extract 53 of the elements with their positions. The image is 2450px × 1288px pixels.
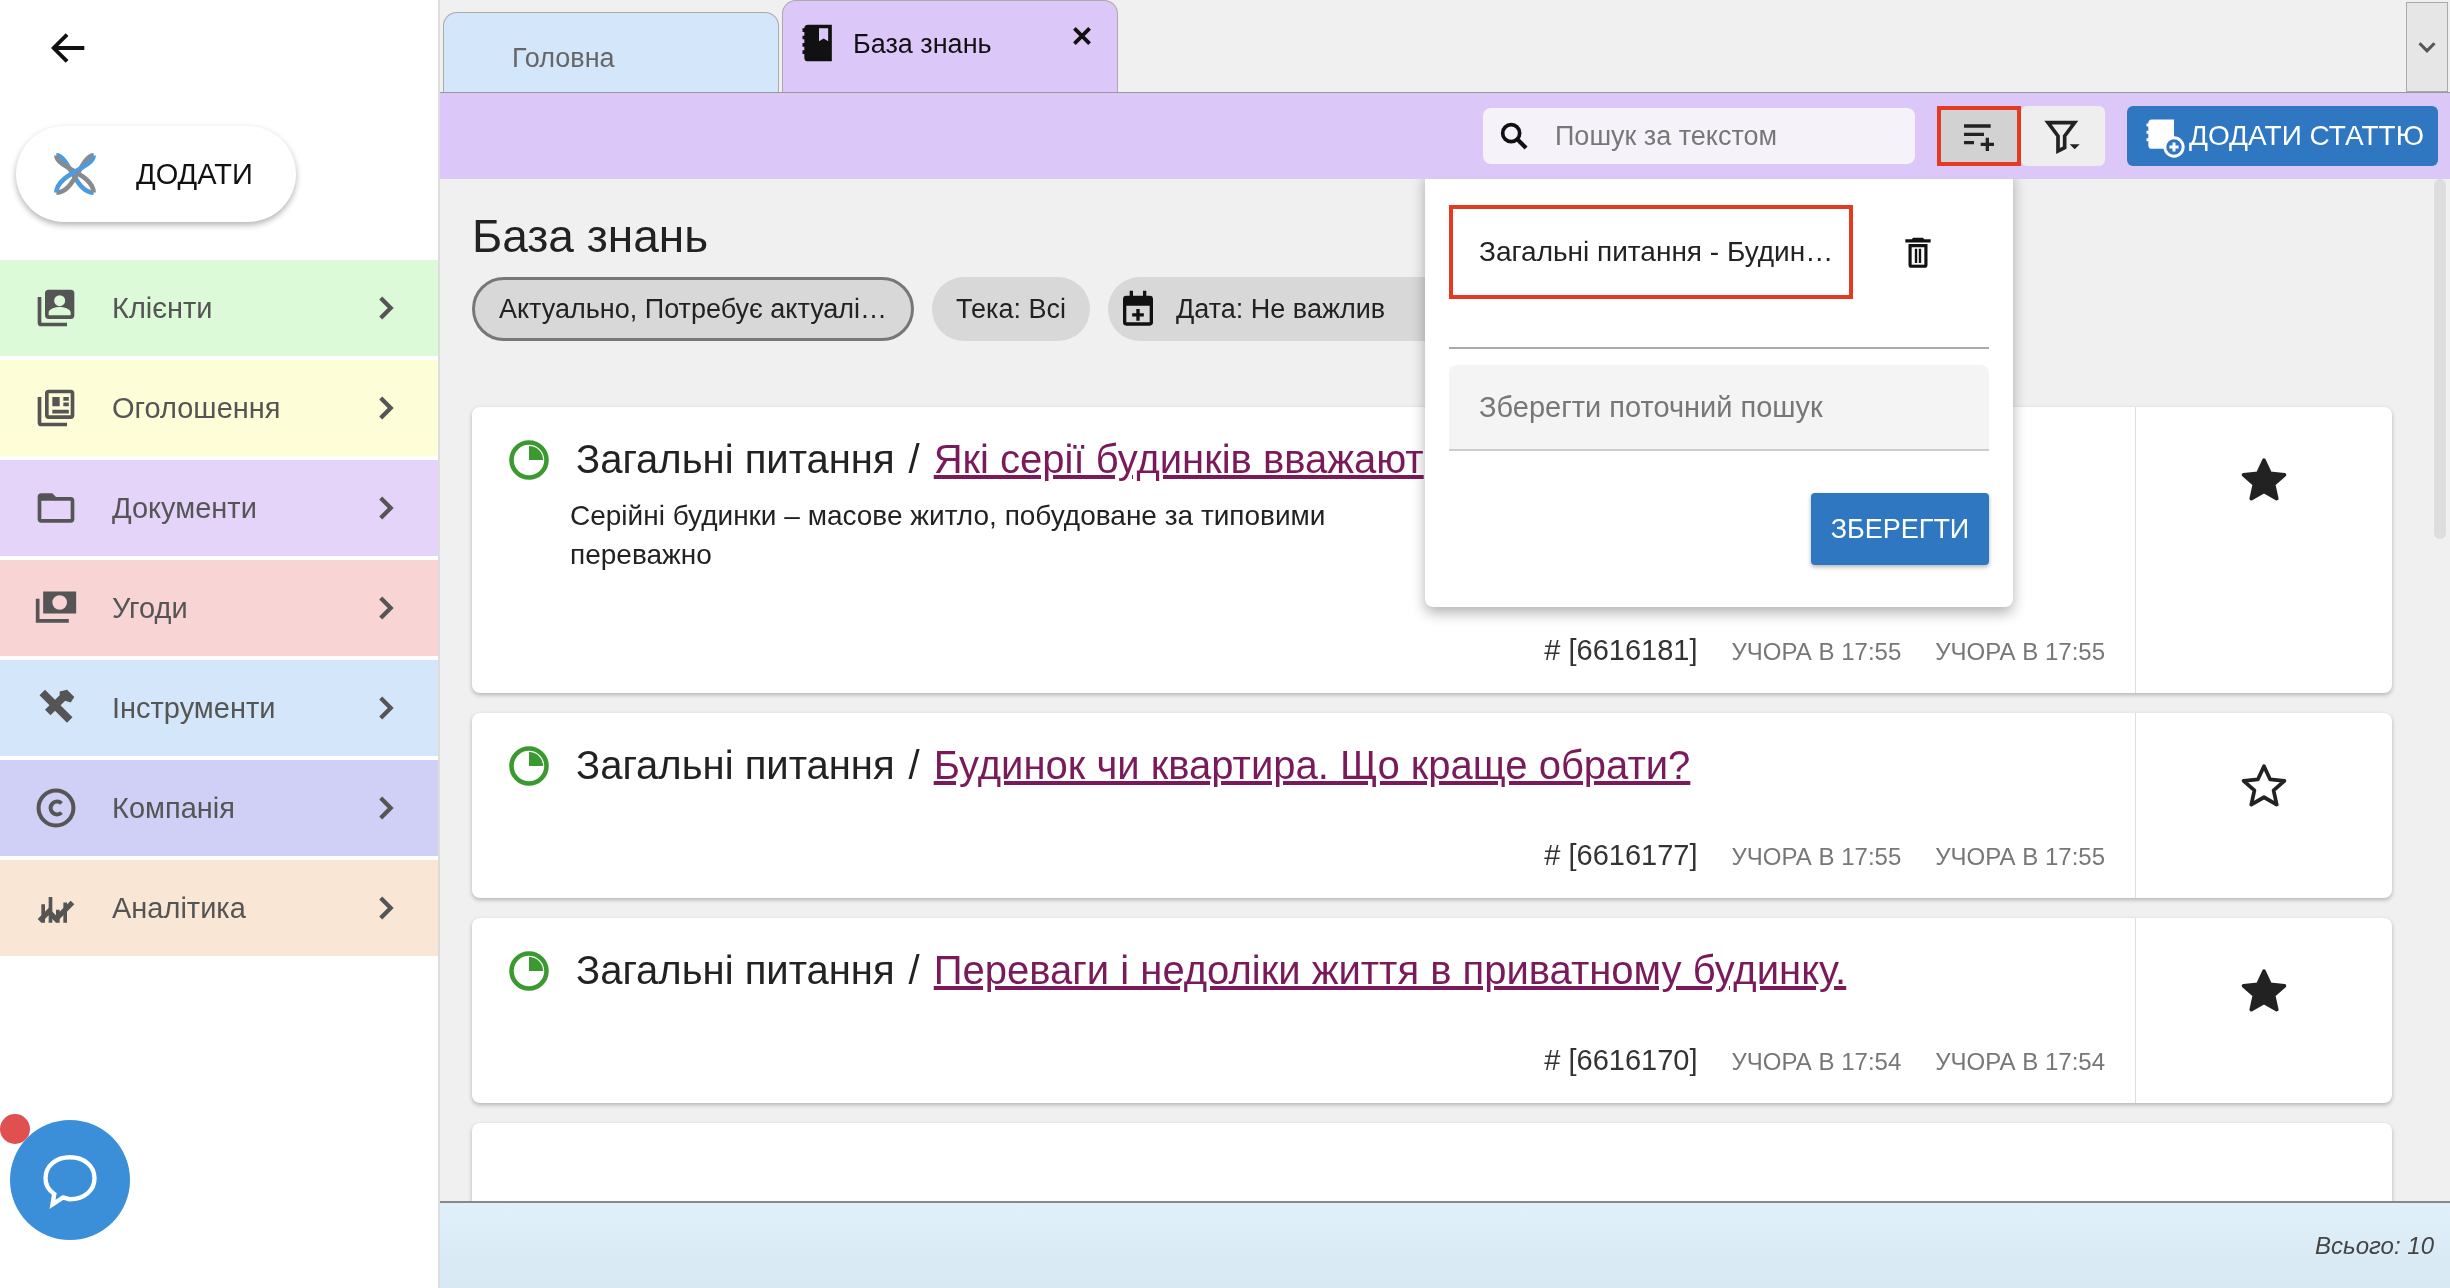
separator: / — [908, 437, 920, 482]
save-search-field[interactable]: Зберегти поточний пошук — [1449, 365, 1989, 451]
article-excerpt: Серійні будинки – масове житло, побудоване за типовими — [570, 499, 1326, 533]
total-count: Всього: 10 — [2315, 1231, 2434, 1260]
saved-search-item[interactable]: Загальні питання - Будин… — [1449, 205, 1853, 299]
sidebar-item-label: Документи — [112, 491, 258, 525]
sidebar-item-label: Інструменти — [112, 691, 277, 725]
search-field[interactable]: Пошук за текстом — [1482, 108, 1915, 164]
sidebar-item[interactable]: Аналітика — [0, 860, 438, 956]
page-title: База знань — [472, 209, 709, 263]
tab[interactable]: База знань — [782, 0, 1118, 92]
created-time: УЧОРА В 17:55 — [1731, 638, 1902, 667]
article-excerpt: переважно — [570, 538, 712, 573]
updated-time: УЧОРА В 17:54 — [1935, 1048, 2105, 1077]
created-time: УЧОРА В 17:54 — [1731, 1048, 1902, 1077]
sidebar-item-label: Угоди — [112, 591, 189, 625]
article-id: # [6616177] — [1544, 839, 1698, 873]
article-category: Загальні питання — [576, 743, 895, 789]
article-link[interactable]: Які серії будинків вважают — [933, 437, 1424, 482]
sidebar-item-label: Компанія — [112, 791, 236, 825]
article-link[interactable]: Переваги і недоліки життя в приватному будинку. — [933, 948, 1847, 994]
sidebar-item-label: Клієнти — [112, 291, 214, 325]
sidebar-item[interactable]: Компанія — [0, 760, 438, 856]
pie-status-icon — [508, 438, 550, 481]
pie-status-icon — [508, 949, 550, 992]
add-article-button[interactable]: ДОДАТИ СТАТТЮ — [2126, 106, 2438, 166]
scrollbar[interactable] — [2434, 179, 2446, 539]
sidebar-item[interactable]: Документи — [0, 460, 438, 556]
sidebar-item[interactable]: Клієнти — [0, 260, 438, 356]
add-button[interactable]: ДОДАТИ — [16, 126, 296, 222]
separator: / — [908, 743, 920, 789]
sidebar-item[interactable]: Угоди — [0, 560, 438, 656]
article-category: Загальні питання — [576, 437, 895, 482]
article-link[interactable]: Будинок чи квартира. Що краще обрати? — [933, 743, 1691, 789]
folder-filter-chip[interactable]: Тека: Всі — [932, 277, 1091, 341]
copyright-icon — [34, 786, 78, 830]
pie-status-icon — [508, 744, 550, 787]
created-time: УЧОРА В 17:55 — [1731, 843, 1902, 872]
status-filter-chip[interactable]: Актуально, Потребує актуалі… — [472, 277, 915, 341]
sidebar-item-label: Оголошення — [112, 391, 282, 425]
article-id: # [6616170] — [1544, 1044, 1698, 1078]
save-button[interactable]: ЗБЕРЕГТИ — [1811, 493, 1989, 565]
sidebar-item[interactable]: Інструменти — [0, 660, 438, 756]
updated-time: УЧОРА В 17:55 — [1935, 638, 2105, 667]
filter-button[interactable] — [2020, 106, 2105, 166]
sidebar-item[interactable]: Оголошення — [0, 360, 438, 456]
add-filter-button[interactable] — [1936, 106, 2021, 166]
tab[interactable]: Головна — [443, 12, 779, 92]
article-category: Загальні питання — [576, 948, 895, 994]
sidebar-item-label: Аналітика — [112, 891, 247, 925]
article-id: # [6616181] — [1544, 634, 1698, 668]
separator: / — [908, 948, 920, 994]
updated-time: УЧОРА В 17:55 — [1935, 843, 2105, 872]
